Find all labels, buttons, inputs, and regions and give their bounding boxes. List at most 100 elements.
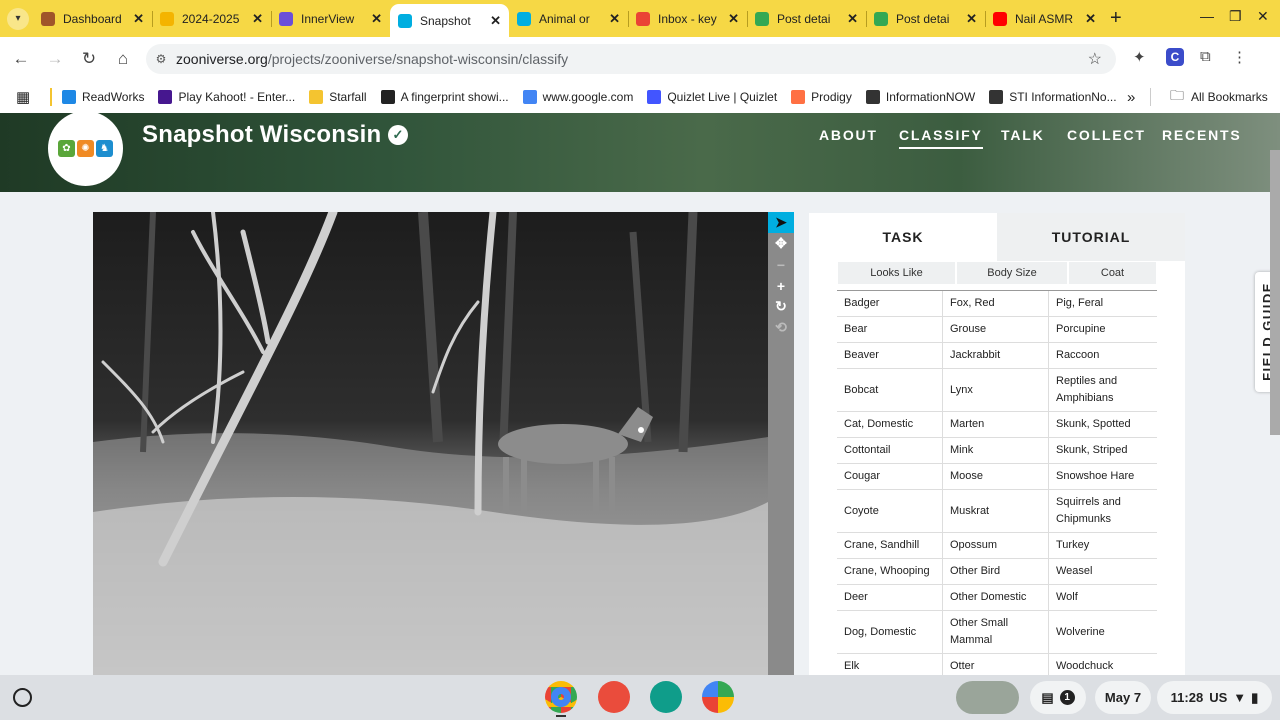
tab-task[interactable]: TASK [809, 213, 997, 261]
filter-looks-like[interactable]: Looks Like [838, 262, 955, 284]
species-option[interactable]: Moose [943, 464, 1049, 489]
tab-close-icon[interactable]: ✕ [966, 11, 977, 27]
screen-capture-preview[interactable] [956, 681, 1019, 714]
tab-close-icon[interactable]: ✕ [728, 11, 739, 27]
species-option[interactable]: Wolverine [1049, 611, 1157, 653]
species-option[interactable]: Snowshoe Hare [1049, 464, 1157, 489]
tab-2[interactable]: InnerView ✕ [271, 0, 390, 37]
tab-close-icon[interactable]: ✕ [252, 11, 263, 27]
back-icon[interactable]: ← [4, 49, 38, 69]
close-window-icon[interactable]: ✕ [1257, 8, 1269, 25]
extension-c-icon[interactable]: C [1166, 48, 1184, 66]
bookmark-item[interactable]: ReadWorks [62, 90, 144, 104]
filter-body-size[interactable]: Body Size [957, 262, 1067, 284]
species-option[interactable]: Cottontail [837, 438, 943, 463]
nav-classify[interactable]: CLASSIFY [899, 127, 983, 149]
notifications-tray[interactable]: ▤ 1 [1030, 681, 1086, 714]
extension-pin-icon[interactable]: ✦ [1133, 48, 1146, 66]
launcher-icon[interactable] [13, 688, 32, 707]
address-bar[interactable]: ⚙ zooniverse.org/projects/zooniverse/sna… [146, 44, 1116, 74]
tab-7[interactable]: Post detai ✕ [866, 0, 985, 37]
species-option[interactable]: Squirrels and Chipmunks [1049, 490, 1157, 532]
nav-collect[interactable]: COLLECT [1067, 127, 1146, 143]
apps-grid-icon[interactable]: ▦ [16, 88, 36, 106]
tab-search-icon[interactable]: ▾ [7, 7, 29, 30]
species-option[interactable]: Beaver [837, 343, 943, 368]
nav-talk[interactable]: TALK [1001, 127, 1045, 143]
species-option[interactable]: Woodchuck [1049, 654, 1157, 675]
tab-close-icon[interactable]: ✕ [847, 11, 858, 27]
tab-tutorial[interactable]: TUTORIAL [997, 213, 1185, 261]
species-option[interactable]: Badger [837, 291, 943, 316]
bookmark-item[interactable]: Starfall [309, 90, 367, 104]
pan-icon[interactable]: ✥ [768, 233, 794, 254]
species-option[interactable]: Skunk, Striped [1049, 438, 1157, 463]
tab-1[interactable]: 2024-2025 ✕ [152, 0, 271, 37]
species-option[interactable]: Other Domestic [943, 585, 1049, 610]
project-title[interactable]: Snapshot Wisconsin [142, 121, 381, 149]
all-bookmarks[interactable]: 🗀 All Bookmarks [1170, 85, 1268, 109]
new-tab-icon[interactable]: + [1110, 7, 1122, 30]
species-option[interactable]: Opossum [943, 533, 1049, 558]
tab-8[interactable]: Nail ASMR ✕ [985, 0, 1104, 37]
bookmark-item[interactable]: Play Kahoot! - Enter... [158, 90, 295, 104]
home-icon[interactable]: ⌂ [106, 49, 140, 69]
tab-close-icon[interactable]: ✕ [371, 11, 382, 27]
bookmark-item[interactable]: Quizlet Live | Quizlet [647, 90, 777, 104]
zoom-out-icon[interactable]: − [768, 254, 794, 275]
minimize-icon[interactable]: — [1200, 8, 1214, 24]
tab-3[interactable]: Snapshot ✕ [390, 4, 509, 37]
bookmark-star-icon[interactable]: ☆ [1088, 49, 1102, 69]
species-option[interactable]: Skunk, Spotted [1049, 412, 1157, 437]
project-logo[interactable]: ✿ ✺ ♞ [48, 113, 123, 186]
nav-about[interactable]: ABOUT [819, 127, 878, 143]
species-option[interactable]: Jackrabbit [943, 343, 1049, 368]
reset-icon[interactable]: ⟲ [768, 317, 794, 338]
tab-close-icon[interactable]: ✕ [490, 13, 501, 29]
date-tray[interactable]: May 7 [1095, 681, 1151, 714]
pointer-icon[interactable]: ➤ [768, 212, 794, 233]
tab-5[interactable]: Inbox - key ✕ [628, 0, 747, 37]
play-store-icon[interactable] [702, 681, 734, 713]
species-option[interactable]: Marten [943, 412, 1049, 437]
paint-app-icon[interactable] [598, 681, 630, 713]
tab-6[interactable]: Post detai ✕ [747, 0, 866, 37]
subject-image[interactable] [93, 212, 768, 675]
species-option[interactable]: Weasel [1049, 559, 1157, 584]
maximize-icon[interactable]: ❐ [1229, 8, 1242, 25]
tab-close-icon[interactable]: ✕ [133, 11, 144, 27]
species-option[interactable]: Lynx [943, 369, 1049, 411]
site-info-icon[interactable]: ⚙ [146, 52, 176, 66]
species-option[interactable]: Wolf [1049, 585, 1157, 610]
status-tray[interactable]: 11:28 US ▼ ▮ [1157, 681, 1272, 714]
extensions-puzzle-icon[interactable]: ⧉ [1200, 48, 1211, 65]
tab-close-icon[interactable]: ✕ [609, 11, 620, 27]
species-option[interactable]: Cougar [837, 464, 943, 489]
species-option[interactable]: Other Bird [943, 559, 1049, 584]
bookmark-item[interactable]: A fingerprint showi... [380, 90, 509, 104]
tab-close-icon[interactable]: ✕ [1085, 11, 1096, 27]
bookmark-item[interactable]: www.google.com [522, 90, 633, 104]
species-option[interactable]: Bobcat [837, 369, 943, 411]
species-option[interactable]: Raccoon [1049, 343, 1157, 368]
species-option[interactable]: Reptiles and Amphibians [1049, 369, 1157, 411]
chrome-icon[interactable] [545, 681, 577, 713]
page-scrollbar[interactable] [1270, 150, 1280, 435]
species-option[interactable]: Mink [943, 438, 1049, 463]
nav-recents[interactable]: RECENTS [1162, 127, 1242, 143]
species-option[interactable]: Grouse [943, 317, 1049, 342]
rotate-icon[interactable]: ↻ [768, 296, 794, 317]
bookmark-item[interactable]: InformationNOW [865, 90, 975, 104]
tab-4[interactable]: Animal or ✕ [509, 0, 628, 37]
species-option[interactable]: Other Small Mammal [943, 611, 1049, 653]
forward-icon[interactable]: → [38, 49, 72, 69]
species-option[interactable]: Elk [837, 654, 943, 675]
species-option[interactable]: Coyote [837, 490, 943, 532]
species-option[interactable]: Fox, Red [943, 291, 1049, 316]
species-option[interactable]: Dog, Domestic [837, 611, 943, 653]
menu-kebab-icon[interactable]: ⋮ [1232, 48, 1247, 66]
species-option[interactable]: Deer [837, 585, 943, 610]
zoom-in-icon[interactable]: + [768, 275, 794, 296]
species-option[interactable]: Bear [837, 317, 943, 342]
species-option[interactable]: Otter [943, 654, 1049, 675]
